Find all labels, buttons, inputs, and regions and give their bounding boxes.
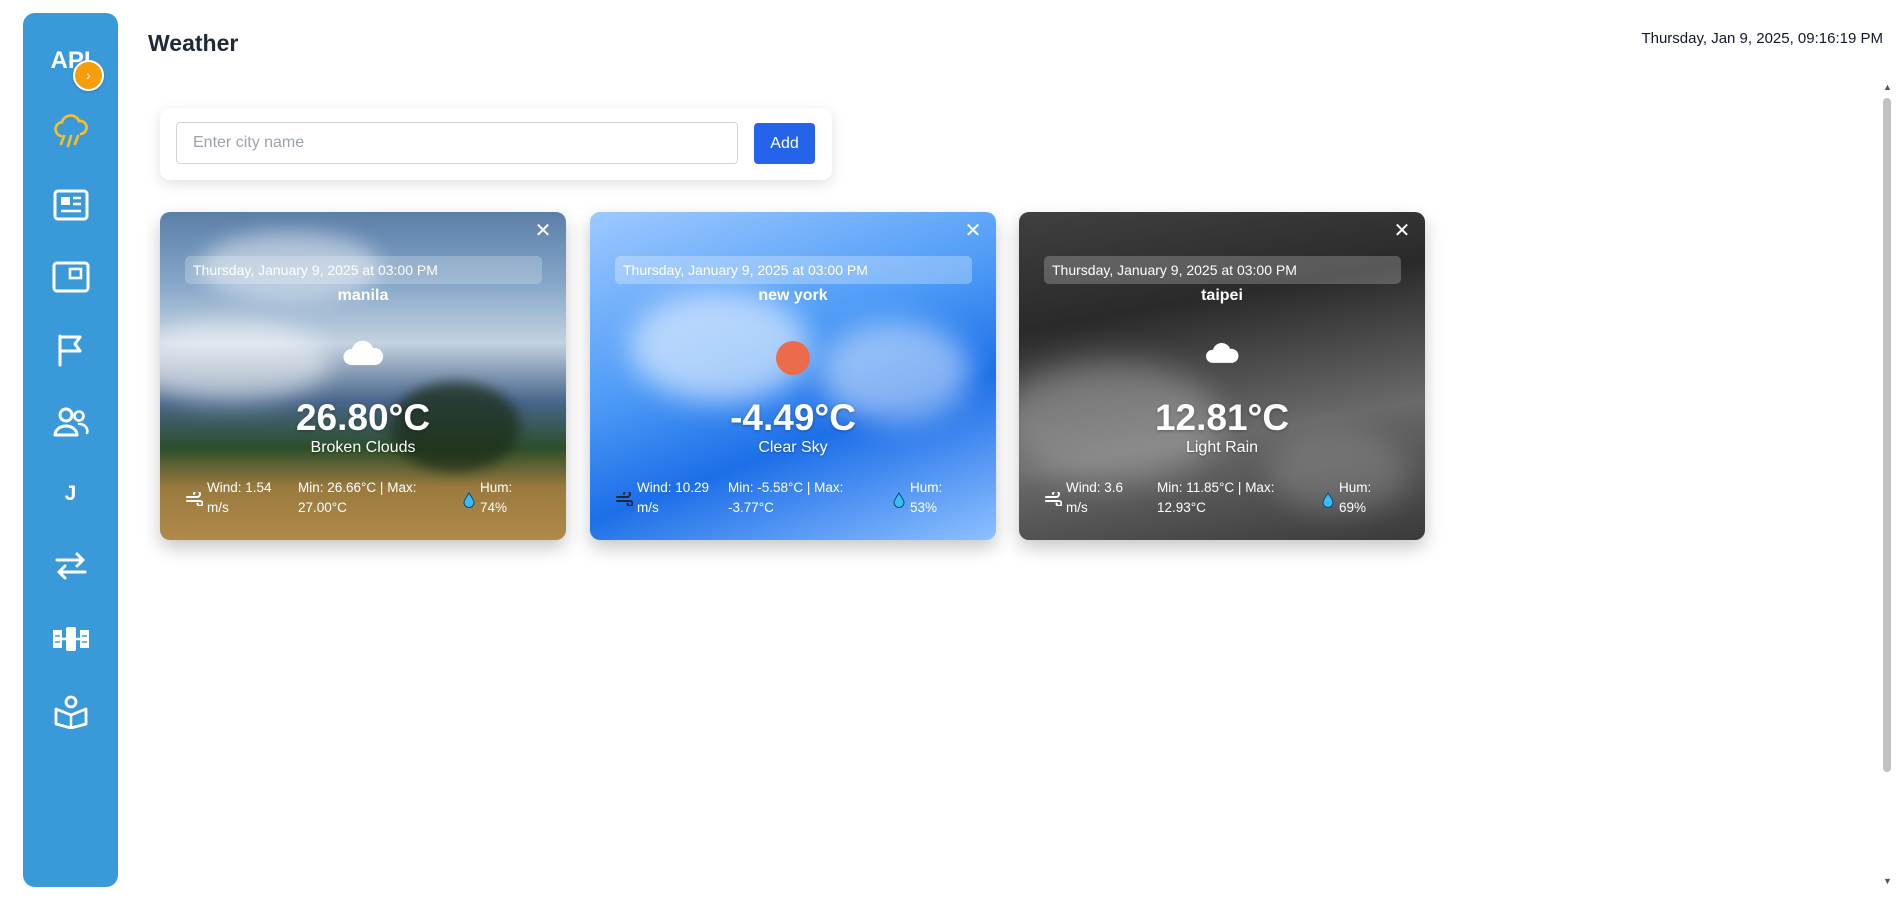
wind-icon xyxy=(186,492,203,506)
page-scrollbar[interactable]: ▲ ▼ xyxy=(1880,82,1894,886)
sidebar-item-book[interactable] xyxy=(23,688,118,736)
add-city-panel: Add xyxy=(160,108,832,180)
wind-icon xyxy=(616,492,633,506)
cloud-backdrop xyxy=(160,322,330,402)
satellite-icon xyxy=(52,627,89,651)
close-card-button[interactable]: ✕ xyxy=(1391,220,1413,242)
scroll-down-arrow-icon[interactable]: ▼ xyxy=(1883,876,1892,886)
card-date: Thursday, January 9, 2025 at 03:00 PM xyxy=(185,256,542,284)
card-humidity: Hum: 53% xyxy=(910,480,943,515)
sun-icon xyxy=(776,341,810,375)
card-date: Thursday, January 9, 2025 at 03:00 PM xyxy=(615,256,972,284)
flag-icon xyxy=(58,334,81,367)
card-min-max: Min: 11.85°C | Max: 12.93°C xyxy=(1157,480,1275,515)
card-description: Clear Sky xyxy=(758,439,828,456)
window-icon xyxy=(52,261,89,293)
city-name-input[interactable] xyxy=(176,122,738,164)
card-humidity: Hum: 69% xyxy=(1339,480,1372,515)
current-datetime: Thursday, Jan 9, 2025, 09:16:19 PM xyxy=(1641,30,1883,47)
card-description: Light Rain xyxy=(1185,439,1259,456)
card-wind: Wind: 10.29 m/s xyxy=(637,480,710,515)
sidebar-item-weather[interactable] xyxy=(23,108,118,156)
book-reader-icon xyxy=(54,695,87,729)
card-date: Thursday, January 9, 2025 at 03:00 PM xyxy=(1044,256,1401,284)
scroll-up-arrow-icon[interactable]: ▲ xyxy=(1883,82,1892,92)
brand-logo[interactable]: API xyxy=(23,47,118,75)
card-city-name: new york xyxy=(758,287,828,304)
sidebar-item-news[interactable] xyxy=(23,181,118,229)
cloud-icon xyxy=(343,340,384,365)
droplet-icon xyxy=(463,492,475,508)
card-wind: Wind: 3.6 m/s xyxy=(1066,480,1124,515)
cloud-icon xyxy=(1206,342,1239,363)
weather-card: ✕ Thursday, January 9, 2025 at 03:00 PM … xyxy=(590,212,996,540)
card-city-name: manila xyxy=(337,287,389,304)
sidebar-item-jokes[interactable]: J xyxy=(23,470,118,518)
sidebar-collapse-button[interactable]: › xyxy=(73,60,104,91)
sidebar-item-card[interactable] xyxy=(23,253,118,301)
wind-icon xyxy=(1045,492,1062,506)
sidebar-item-flags[interactable] xyxy=(23,326,118,374)
page-title: Weather xyxy=(148,30,239,56)
newspaper-icon xyxy=(53,189,88,221)
close-card-button[interactable]: ✕ xyxy=(532,220,554,242)
sidebar-item-exchange[interactable] xyxy=(23,542,118,590)
sidebar: API J xyxy=(23,13,118,887)
card-description: Broken Clouds xyxy=(310,439,416,456)
card-wind: Wind: 1.54 m/s xyxy=(207,480,272,515)
users-icon xyxy=(53,407,89,437)
close-card-button[interactable]: ✕ xyxy=(962,220,984,242)
card-temperature: -4.49°C xyxy=(730,397,856,438)
sidebar-item-satellite[interactable] xyxy=(23,615,118,663)
scroll-thumb[interactable] xyxy=(1883,98,1891,772)
card-temperature: 12.81°C xyxy=(1154,397,1290,438)
exchange-icon xyxy=(55,552,86,580)
card-min-max: Min: -5.58°C | Max: -3.77°C xyxy=(728,480,844,515)
weather-card: ✕ Thursday, January 9, 2025 at 03:00 PM … xyxy=(160,212,566,540)
add-city-button[interactable]: Add xyxy=(754,123,815,164)
droplet-icon xyxy=(893,492,905,508)
droplet-icon xyxy=(1322,492,1334,508)
card-min-max: Min: 26.66°C | Max: 27.00°C xyxy=(298,480,417,515)
sidebar-item-users[interactable] xyxy=(23,398,118,446)
card-temperature: 26.80°C xyxy=(295,397,431,438)
letter-j-icon: J xyxy=(64,482,77,505)
card-humidity: Hum: 74% xyxy=(480,480,513,515)
card-city-name: taipei xyxy=(1201,287,1243,304)
weather-card: ✕ Thursday, January 9, 2025 at 03:00 PM … xyxy=(1019,212,1425,540)
cloud-rain-icon xyxy=(53,114,88,148)
